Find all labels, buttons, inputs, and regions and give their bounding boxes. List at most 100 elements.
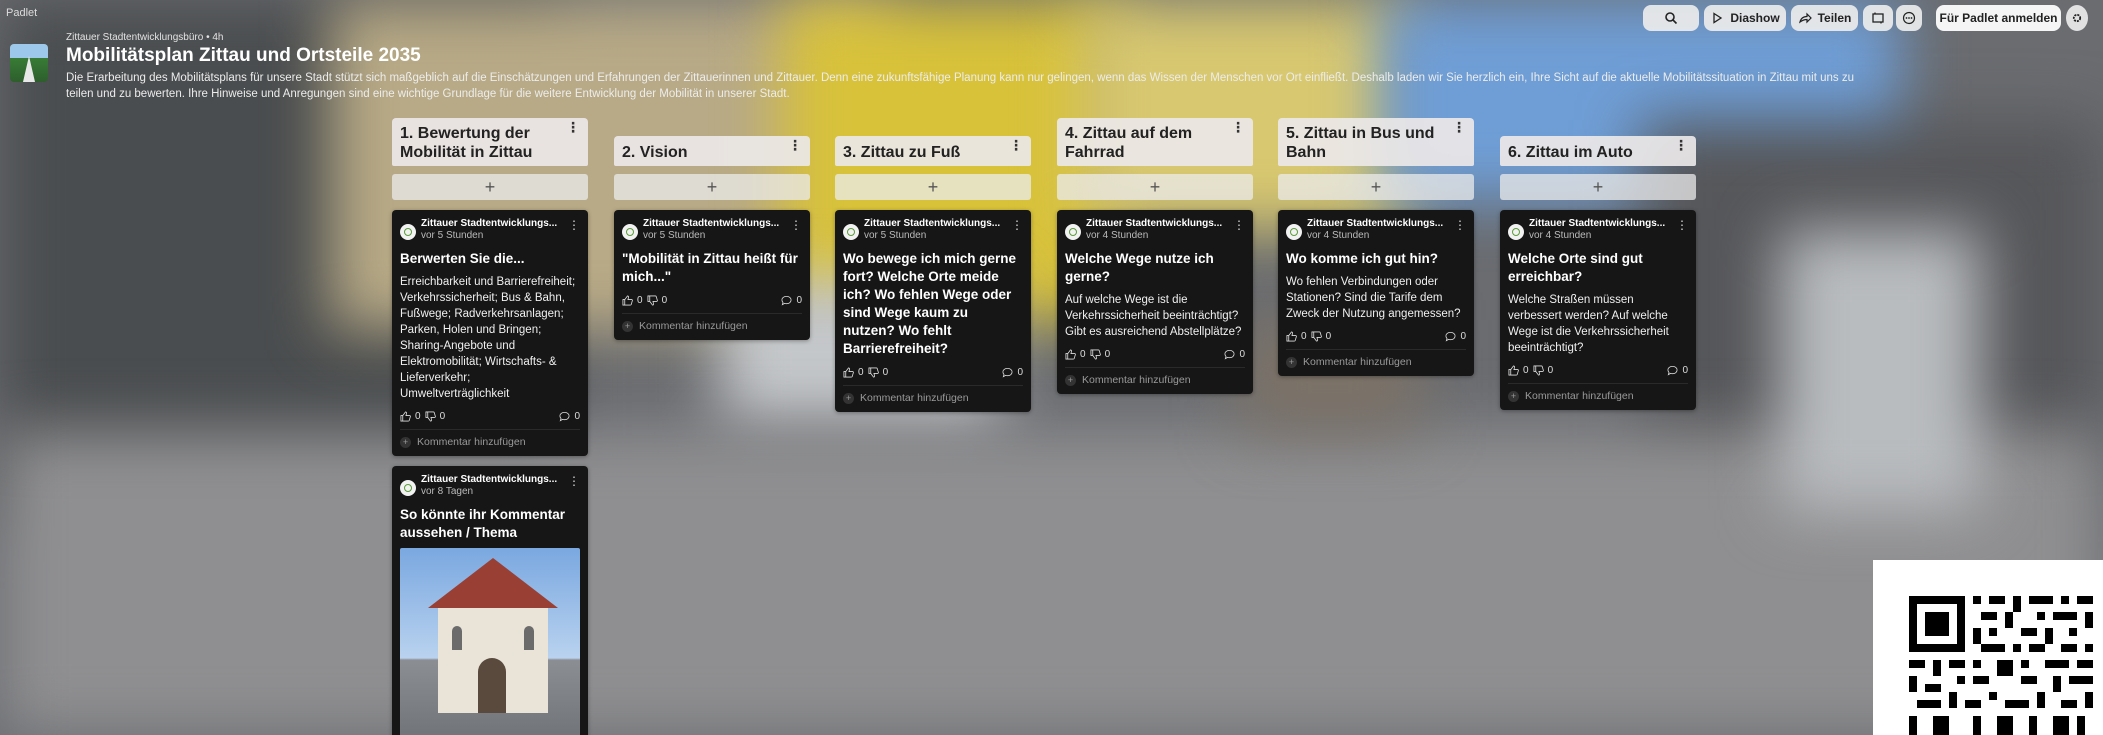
remake-button[interactable] xyxy=(1863,5,1893,31)
wallpaper-background xyxy=(0,0,2103,735)
thumbs-up-icon[interactable] xyxy=(1065,349,1076,360)
column-header[interactable]: 6. Zittau im Auto ⋮ xyxy=(1500,136,1696,166)
add-comment[interactable]: + Kommentar hinzufügen xyxy=(1508,383,1688,402)
thumbs-up-icon[interactable] xyxy=(1286,331,1297,342)
column-header[interactable]: 4. Zittau auf dem Fahrrad ⋮ xyxy=(1057,118,1253,166)
thumbs-down-icon[interactable] xyxy=(425,411,436,422)
add-post-button[interactable]: + xyxy=(614,174,810,200)
dislike-count: 0 xyxy=(1547,365,1554,376)
post-title: So könnte ihr Kommentar aussehen / Thema xyxy=(400,507,566,540)
add-comment-label: Kommentar hinzufügen xyxy=(639,320,748,332)
column-header[interactable]: 1. Bewertung der Mobilität in Zittau ⋮ xyxy=(392,118,588,166)
comment-bubble-icon[interactable] xyxy=(1224,349,1235,360)
column-more-icon[interactable]: ⋮ xyxy=(1674,138,1688,152)
add-post-button[interactable]: + xyxy=(392,174,588,200)
post-title: Berwerten Sie die... xyxy=(400,251,525,266)
author-name: Zittauer Stadtentwicklungs... xyxy=(643,218,780,229)
add-comment[interactable]: + Kommentar hinzufügen xyxy=(622,313,802,332)
post-more-icon[interactable]: ⋮ xyxy=(568,218,580,232)
avatar xyxy=(1065,224,1081,240)
comment-bubble-icon[interactable] xyxy=(781,295,792,306)
thumbs-down-icon[interactable] xyxy=(1533,365,1544,376)
share-button[interactable]: Teilen xyxy=(1791,5,1858,31)
column-3: 3. Zittau zu Fuß ⋮ + Zittauer Stadtentwi… xyxy=(835,118,1031,412)
thumbs-up-icon[interactable] xyxy=(400,411,411,422)
add-post-button[interactable]: + xyxy=(1057,174,1253,200)
post-author-row: Zittauer Stadtentwicklungs... vor 4 Stun… xyxy=(1508,218,1688,241)
post-card[interactable]: Zittauer Stadtentwicklungs... vor 5 Stun… xyxy=(835,210,1031,412)
thumbs-down-icon[interactable] xyxy=(868,367,879,378)
add-comment[interactable]: + Kommentar hinzufügen xyxy=(400,429,580,448)
post-more-icon[interactable]: ⋮ xyxy=(568,474,580,488)
like-count: 0 xyxy=(858,367,864,378)
padlet-brand[interactable]: Padlet xyxy=(6,7,37,19)
thumbs-down-icon[interactable] xyxy=(1311,331,1322,342)
page-title: Mobilitätsplan Zittau und Ortsteile 2035 xyxy=(66,45,421,66)
more-button[interactable] xyxy=(1896,5,1922,31)
settings-button[interactable] xyxy=(2066,5,2088,31)
comment-bubble-icon[interactable] xyxy=(559,411,570,422)
thumbs-up-icon[interactable] xyxy=(1508,365,1519,376)
column-more-icon[interactable]: ⋮ xyxy=(1231,120,1245,134)
column-header[interactable]: 3. Zittau zu Fuß ⋮ xyxy=(835,136,1031,166)
post-more-icon[interactable]: ⋮ xyxy=(1454,218,1466,232)
add-comment-label: Kommentar hinzufügen xyxy=(860,392,969,404)
post-card[interactable]: Zittauer Stadtentwicklungs... vor 8 Tage… xyxy=(392,466,588,735)
gear-icon xyxy=(2072,13,2082,23)
comment-bubble-icon[interactable] xyxy=(1667,365,1678,376)
column-title: 6. Zittau im Auto xyxy=(1508,144,1633,161)
comment-bubble-icon[interactable] xyxy=(1445,331,1456,342)
column-more-icon[interactable]: ⋮ xyxy=(566,120,580,134)
page-description: Die Erarbeitung des Mobilitätsplans für … xyxy=(66,72,1854,100)
dislike-count: 0 xyxy=(882,367,889,378)
avatar xyxy=(400,224,416,240)
slideshow-button[interactable]: Diashow xyxy=(1704,5,1786,31)
reaction-row: 0 0 0 xyxy=(843,367,1023,378)
column-header[interactable]: 5. Zittau in Bus und Bahn ⋮ xyxy=(1278,118,1474,166)
column-4: 4. Zittau auf dem Fahrrad ⋮ + Zittauer S… xyxy=(1057,118,1253,394)
post-card[interactable]: Zittauer Stadtentwicklungs... vor 4 Stun… xyxy=(1278,210,1474,376)
post-more-icon[interactable]: ⋮ xyxy=(1233,218,1245,232)
post-more-icon[interactable]: ⋮ xyxy=(1676,218,1688,232)
column-more-icon[interactable]: ⋮ xyxy=(1009,138,1023,152)
thumbs-down-icon[interactable] xyxy=(647,295,658,306)
thumbs-up-icon[interactable] xyxy=(622,295,633,306)
thumbs-down-icon[interactable] xyxy=(1090,349,1101,360)
avatar xyxy=(843,224,859,240)
column-more-icon[interactable]: ⋮ xyxy=(788,138,802,152)
dislike-count: 0 xyxy=(1325,331,1332,342)
add-comment[interactable]: + Kommentar hinzufügen xyxy=(1065,367,1245,386)
signup-button[interactable]: Für Padlet anmelden xyxy=(1936,5,2061,31)
post-time: vor 4 Stunden xyxy=(1529,230,1592,241)
post-more-icon[interactable]: ⋮ xyxy=(1011,218,1023,232)
post-body: Welche Straßen müssen verbessert werden?… xyxy=(1508,294,1669,354)
column-header[interactable]: 2. Vision ⋮ xyxy=(614,136,810,166)
post-card[interactable]: Zittauer Stadtentwicklungs... vor 5 Stun… xyxy=(392,210,588,456)
author-name: Zittauer Stadtentwicklungs... xyxy=(421,474,558,485)
comment-bubble-icon[interactable] xyxy=(1002,367,1013,378)
column-more-icon[interactable]: ⋮ xyxy=(1452,120,1466,134)
post-card[interactable]: Zittauer Stadtentwicklungs... vor 4 Stun… xyxy=(1500,210,1696,410)
thumbs-up-icon[interactable] xyxy=(843,367,854,378)
post-image-church[interactable] xyxy=(400,548,580,735)
header-meta: Zittauer Stadtentwicklungsbüro • 4h xyxy=(66,32,224,43)
column-title: 4. Zittau auf dem Fahrrad xyxy=(1065,125,1193,161)
post-card[interactable]: Zittauer Stadtentwicklungs... vor 4 Stun… xyxy=(1057,210,1253,394)
top-toolbar: Diashow Teilen Für Padlet anmelden xyxy=(1643,5,2103,31)
comment-count: 0 xyxy=(796,295,802,306)
signup-label: Für Padlet anmelden xyxy=(1939,11,2058,25)
add-comment[interactable]: + Kommentar hinzufügen xyxy=(1286,349,1466,368)
remake-icon xyxy=(1872,12,1884,24)
post-more-icon[interactable]: ⋮ xyxy=(790,218,802,232)
avatar xyxy=(1508,224,1524,240)
search-button[interactable] xyxy=(1643,5,1699,31)
post-card[interactable]: Zittauer Stadtentwicklungs... vor 5 Stun… xyxy=(614,210,810,340)
post-time: vor 8 Tagen xyxy=(421,486,474,497)
post-body: Erreichbarkeit und Barrierefreiheit; Ver… xyxy=(400,276,576,400)
like-count: 0 xyxy=(1523,365,1529,376)
add-post-button[interactable]: + xyxy=(1278,174,1474,200)
add-post-button[interactable]: + xyxy=(1500,174,1696,200)
author-name: Zittauer Stadtentwicklungs... xyxy=(1086,218,1223,229)
add-comment[interactable]: + Kommentar hinzufügen xyxy=(843,385,1023,404)
add-post-button[interactable]: + xyxy=(835,174,1031,200)
